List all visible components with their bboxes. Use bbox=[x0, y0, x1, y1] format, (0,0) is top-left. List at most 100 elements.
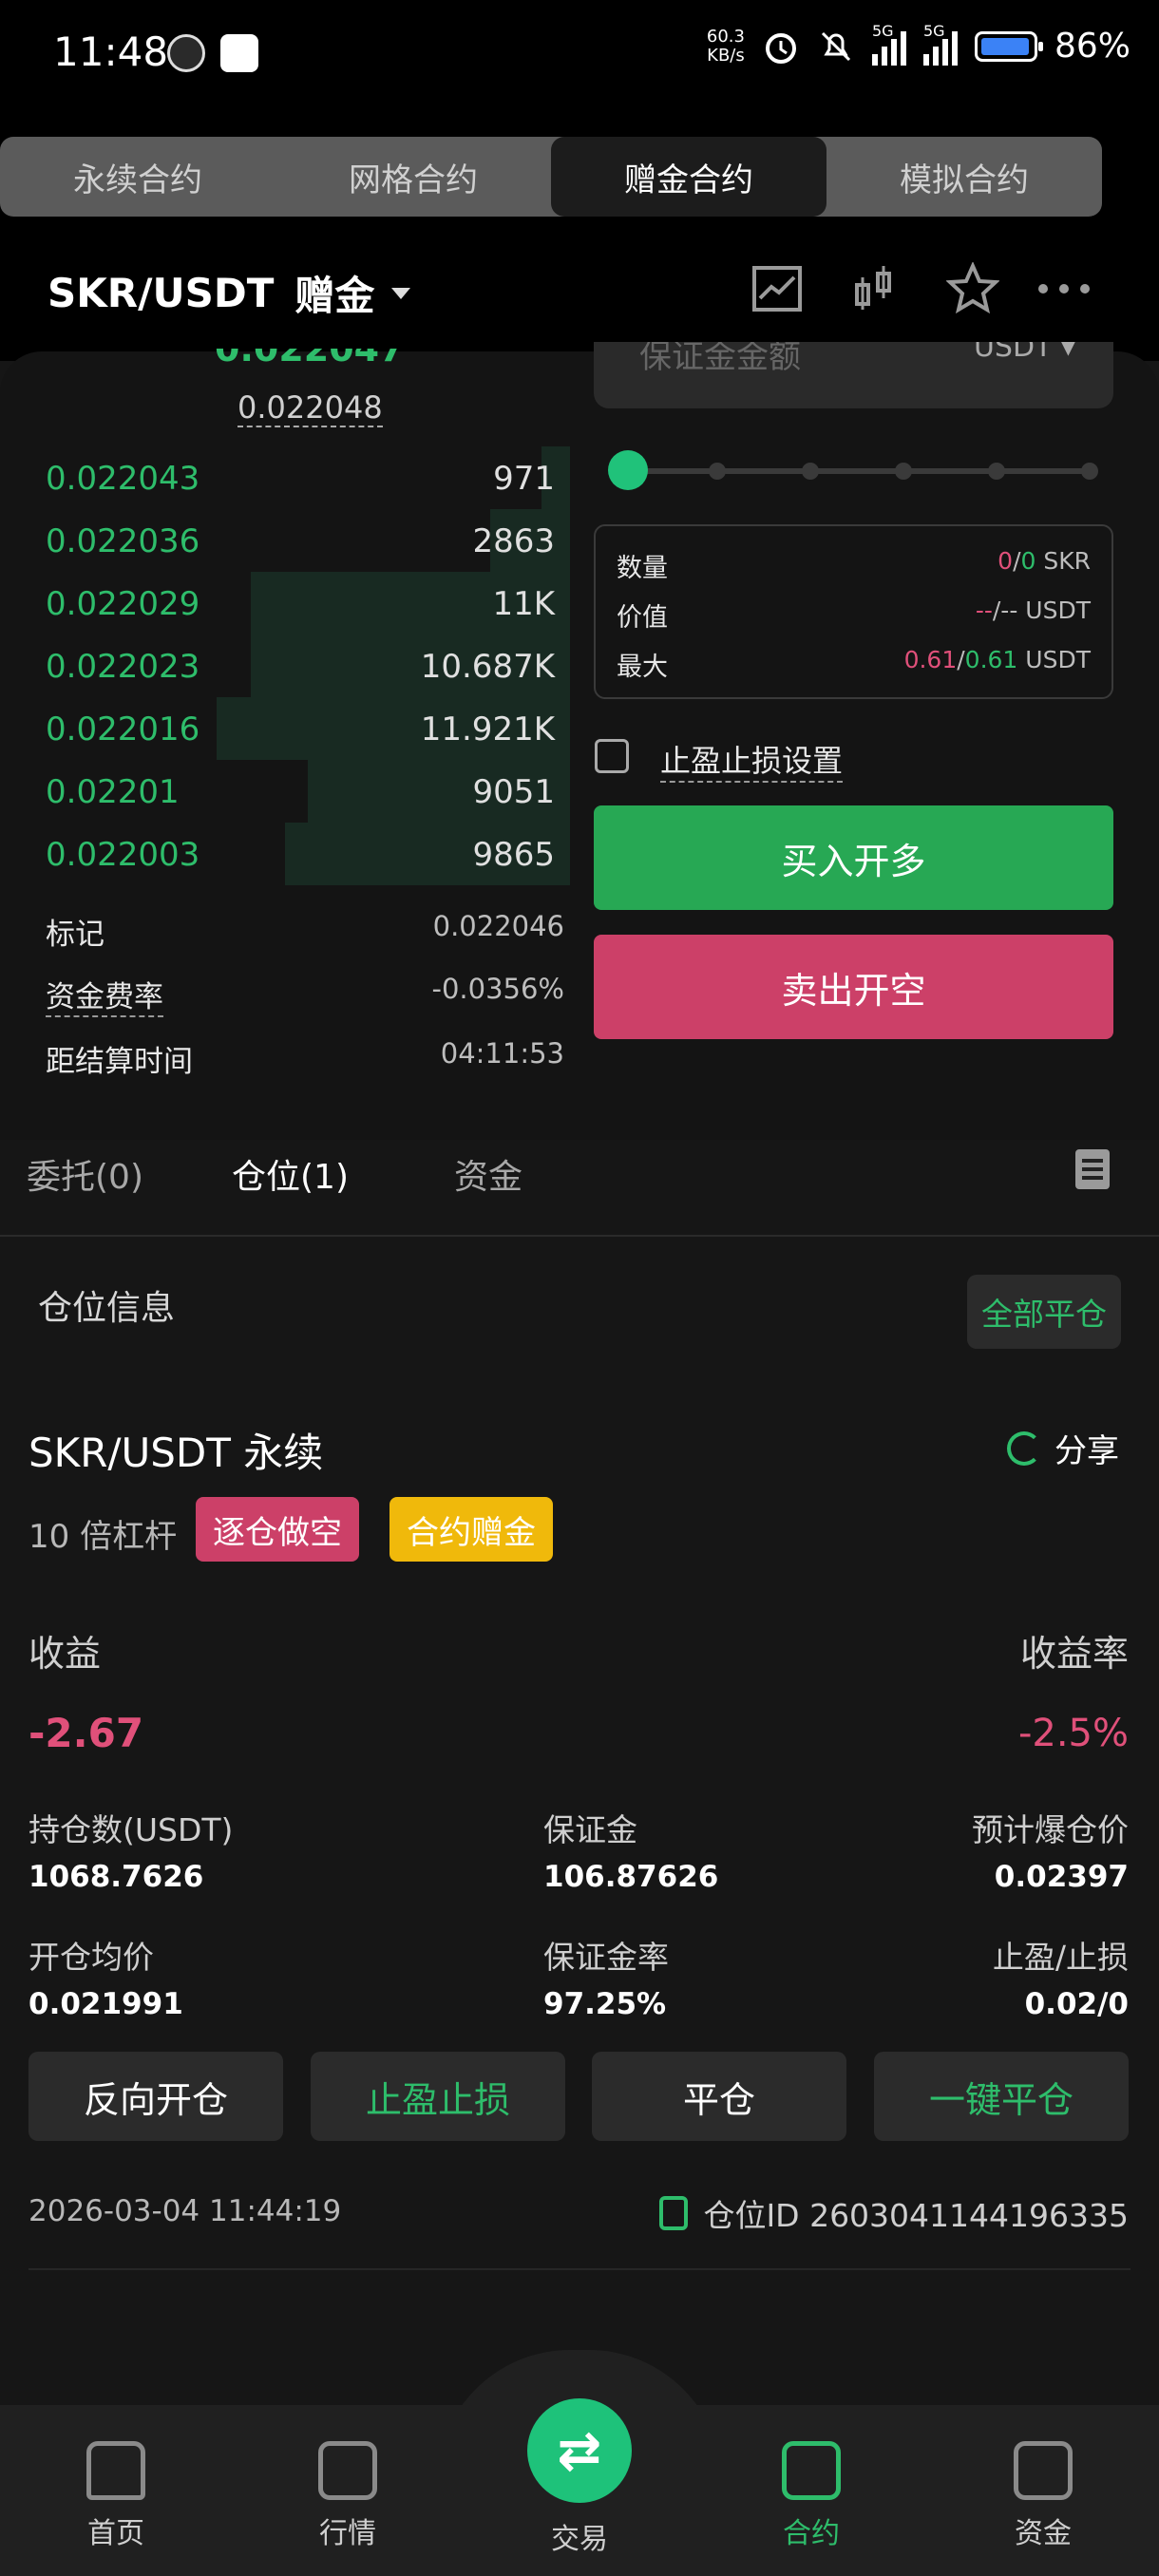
orderbook-price: 0.02201 bbox=[46, 773, 180, 811]
orderbook-row[interactable]: 0.022043 971 bbox=[0, 446, 570, 509]
more-icon[interactable] bbox=[1036, 262, 1090, 315]
alarm-icon bbox=[762, 28, 800, 66]
amount-slider[interactable] bbox=[608, 450, 1098, 490]
margin-ratio-value: 97.25% bbox=[543, 1987, 667, 2021]
tab-positions[interactable]: 仓位(1) bbox=[232, 1149, 349, 1199]
size-value: 1068.7626 bbox=[28, 1860, 204, 1894]
size-label: 持仓数(USDT) bbox=[28, 1811, 234, 1848]
orderbook-row[interactable]: 0.022016 11.921K bbox=[0, 697, 570, 760]
quick-close-button[interactable]: 一键平仓 bbox=[874, 2052, 1129, 2141]
tpsl-label[interactable]: 止盈止损设置 bbox=[660, 737, 844, 783]
orderbook-price: 0.022003 bbox=[46, 836, 200, 874]
orderbook-qty: 2863 bbox=[472, 522, 555, 560]
orderbook-qty: 10.687K bbox=[420, 648, 555, 686]
nav-assets[interactable]: 资金 bbox=[977, 2441, 1110, 2551]
funding-row[interactable]: 资金费率 -0.0356% bbox=[46, 973, 564, 1017]
orderbook-price: 0.022043 bbox=[46, 460, 200, 498]
nav-market[interactable]: 行情 bbox=[281, 2441, 414, 2551]
star-icon[interactable] bbox=[945, 261, 1000, 315]
entry-label: 开仓均价 bbox=[28, 1939, 154, 1976]
orderbook-qty: 9051 bbox=[472, 773, 555, 811]
settle-row: 距结算时间 04:11:53 bbox=[46, 1037, 564, 1079]
orderbook-row[interactable]: 0.02201 9051 bbox=[0, 760, 570, 823]
mark-row: 标记 0.022046 bbox=[46, 910, 564, 952]
signal-icon-2: 5G bbox=[922, 22, 958, 66]
tpsl-label-pos: 止盈/止损 bbox=[992, 1939, 1129, 1976]
document-icon[interactable] bbox=[1075, 1149, 1110, 1189]
liq-value: 0.02397 bbox=[994, 1860, 1129, 1894]
tab-grid[interactable]: 网格合约 bbox=[276, 137, 551, 217]
copy-icon bbox=[659, 2196, 689, 2230]
nav-contract[interactable]: 合约 bbox=[745, 2441, 878, 2551]
orderbook-qty: 11K bbox=[492, 585, 555, 623]
clock: 11:48 bbox=[53, 28, 169, 75]
battery-icon bbox=[974, 30, 1043, 62]
mark-price-mini[interactable]: 0.022048 bbox=[238, 389, 383, 427]
leverage: 10 倍杠杆 bbox=[28, 1518, 178, 1556]
tpsl-checkbox[interactable] bbox=[595, 739, 629, 773]
share-icon bbox=[1007, 1430, 1041, 1466]
chevron-down-icon bbox=[391, 287, 411, 299]
pnl-label: 收益 bbox=[28, 1633, 102, 1675]
orderbook-price: 0.022036 bbox=[46, 522, 200, 560]
pair-name: SKR/USDT bbox=[48, 270, 275, 316]
signal-icon: 5G bbox=[871, 22, 906, 66]
market-icon bbox=[318, 2441, 377, 2500]
nav-trade[interactable]: ⇄ bbox=[527, 2398, 632, 2503]
chart-icon[interactable] bbox=[750, 262, 804, 315]
section-title: 仓位信息 bbox=[38, 1289, 176, 1328]
slider-knob[interactable] bbox=[608, 450, 648, 490]
reverse-button[interactable]: 反向开仓 bbox=[28, 2052, 283, 2141]
swap-icon: ⇄ bbox=[557, 2419, 602, 2482]
tab-demo[interactable]: 模拟合约 bbox=[826, 137, 1102, 217]
orderbook-price: 0.022029 bbox=[46, 585, 200, 623]
mute-icon bbox=[817, 28, 855, 66]
pair-selector[interactable]: SKR/USDT 赠金 bbox=[48, 264, 411, 322]
roe-value: -2.5% bbox=[1017, 1712, 1129, 1755]
orderbook-qty: 9865 bbox=[472, 836, 555, 874]
tab-assets[interactable]: 资金 bbox=[454, 1149, 522, 1199]
side-tag: 逐仓做空 bbox=[196, 1497, 359, 1562]
sell-short-button[interactable]: 卖出开空 bbox=[594, 935, 1113, 1039]
orderbook-row[interactable]: 0.022029 11K bbox=[0, 572, 570, 635]
nav-trade-label: 交易 bbox=[551, 2523, 608, 2556]
order-summary: 数量 0/0 SKR 价值 --/-- USDT 最大 0.61/0.61 US… bbox=[594, 524, 1113, 699]
position-title: SKR/USDT 永续 bbox=[28, 1430, 324, 1476]
position-id[interactable]: 仓位ID 2603041144196335 bbox=[659, 2190, 1129, 2236]
net-speed: 60.3 KB/s bbox=[706, 26, 745, 66]
order-tabs-bar bbox=[0, 1140, 1159, 1237]
share-button[interactable]: 分享 bbox=[1007, 1425, 1119, 1471]
tpsl-button[interactable]: 止盈止损 bbox=[311, 2052, 565, 2141]
pair-mode: 赠金 bbox=[294, 273, 375, 319]
close-all-button[interactable]: 全部平仓 bbox=[967, 1275, 1121, 1349]
open-timestamp: 2026-03-04 11:44:19 bbox=[28, 2194, 342, 2228]
orderbook-qty: 11.921K bbox=[420, 710, 555, 748]
close-button[interactable]: 平仓 bbox=[592, 2052, 846, 2141]
orderbook-row[interactable]: 0.022036 2863 bbox=[0, 509, 570, 572]
nav-home[interactable]: 首页 bbox=[49, 2441, 182, 2551]
candlestick-icon[interactable] bbox=[847, 262, 901, 315]
qq-notification-icon bbox=[220, 34, 258, 72]
tab-orders[interactable]: 委托(0) bbox=[27, 1149, 143, 1199]
buy-long-button[interactable]: 买入开多 bbox=[594, 805, 1113, 910]
margin-ratio-label: 保证金率 bbox=[543, 1939, 669, 1976]
tpsl-value: 0.02/0 bbox=[1024, 1987, 1129, 2021]
orderbook-price: 0.022016 bbox=[46, 710, 200, 748]
orderbook-qty: 971 bbox=[493, 460, 555, 498]
tab-bonus[interactable]: 赠金合约 bbox=[551, 137, 826, 217]
contract-mode-tabs: 永续合约 网格合约 赠金合约 模拟合约 bbox=[0, 137, 1102, 217]
orderbook-row[interactable]: 0.022003 9865 bbox=[0, 823, 570, 885]
entry-value: 0.021991 bbox=[28, 1987, 183, 2021]
tab-perpetual[interactable]: 永续合约 bbox=[0, 137, 276, 217]
roe-label: 收益率 bbox=[1019, 1633, 1129, 1675]
orderbook-price: 0.022023 bbox=[46, 648, 200, 686]
status-bar: 11:48 60.3 KB/s 5G 5G 86% bbox=[0, 0, 1159, 114]
orderbook-row[interactable]: 0.022023 10.687K bbox=[0, 635, 570, 697]
home-icon bbox=[86, 2441, 145, 2500]
margin-value: 106.87626 bbox=[543, 1860, 719, 1894]
liq-label: 预计爆仓价 bbox=[972, 1811, 1129, 1848]
margin-label: 保证金 bbox=[543, 1811, 637, 1848]
bonus-tag: 合约赠金 bbox=[390, 1497, 553, 1562]
contract-icon bbox=[782, 2441, 841, 2500]
pnl-value: -2.67 bbox=[28, 1710, 144, 1756]
